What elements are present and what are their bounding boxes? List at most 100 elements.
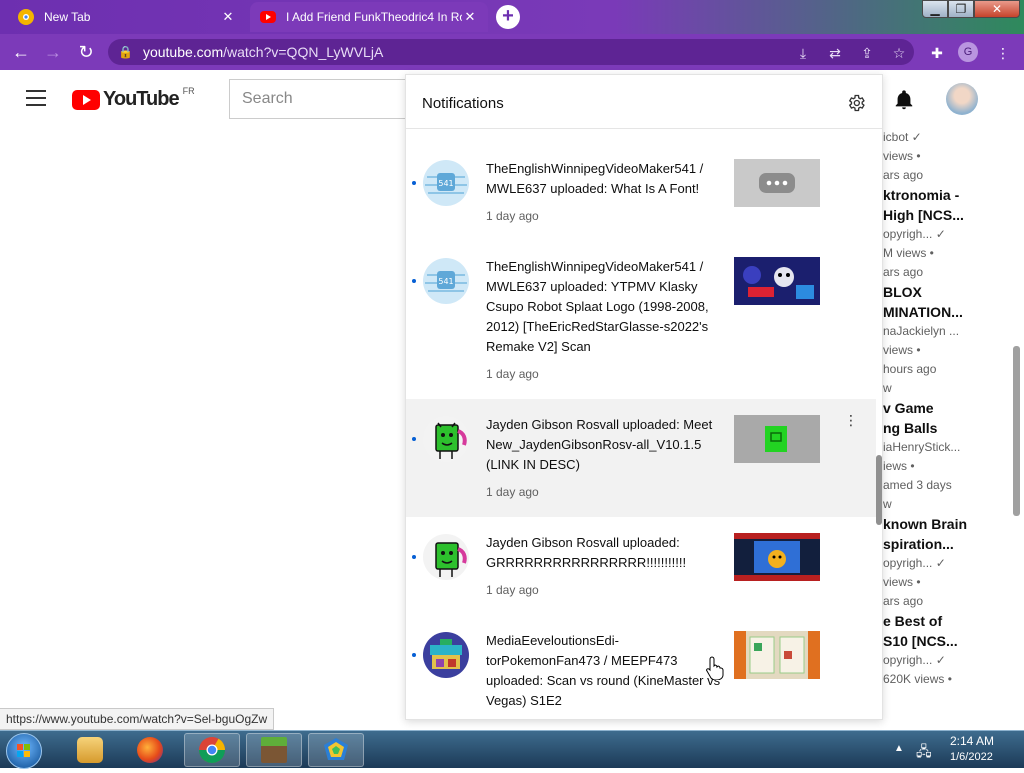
recommendation-meta: opyrigh... ✓ [883,653,946,667]
unread-dot [412,653,416,657]
recommendation-title[interactable]: ng Balls [883,420,1011,436]
notification-time: 1 day ago [486,485,539,499]
hamburger-menu-icon[interactable] [26,90,46,106]
recommendation-meta: iaHenryStick... [883,440,961,454]
profile-avatar[interactable]: G [958,42,978,62]
notification-text: MediaEeveloutionsEdi-torPokemonFan473 / … [486,633,721,708]
recommendation-title[interactable]: e Best of [883,613,1011,629]
file-explorer-icon[interactable] [62,733,118,767]
chrome-icon[interactable] [184,733,240,767]
url-domain: youtube.com [142,44,224,60]
notification-time: 1 day ago [486,367,539,381]
notification-item[interactable]: Jayden Gibson Rosvall uploaded: GRRRRRRR… [406,517,876,615]
search-input[interactable]: Search [229,79,409,119]
video-thumbnail[interactable] [734,631,820,679]
recommendation-title[interactable]: High [NCS... [883,207,1011,223]
notification-text: TheEnglishWinnipegVideoMaker541 / MWLE63… [486,161,704,196]
notification-item[interactable]: 541 TheEnglishWinnipegVideoMaker541 / MW… [406,133,876,231]
unread-dot [412,279,416,283]
youtube-icon [260,11,276,23]
recommendation-title[interactable]: spiration... [883,536,1011,552]
recommendation-title[interactable]: MINATION... [883,304,1011,320]
account-avatar[interactable] [946,83,978,115]
notifications-panel: Notifications 541 TheEnglishWinnipegVide… [405,74,883,720]
unread-dot [412,181,416,185]
translate-icon[interactable]: ⇄ [826,44,844,62]
kebab-menu-icon[interactable]: ⋮ [844,413,858,427]
tab-new-tab[interactable]: New Tab ✕ [8,2,246,32]
green-character-channel-icon [422,415,470,463]
app-icon[interactable] [308,733,364,767]
globe-channel-icon: 541 [422,257,470,305]
gear-icon[interactable] [846,93,866,113]
recommendation-meta: amed 3 days [883,478,952,492]
notification-time: 1 day ago [486,583,539,597]
recommendation-meta: iews • [883,459,915,473]
notification-text: Jayden Gibson Rosvall uploaded: GRRRRRRR… [486,535,687,570]
ellipsis-placeholder-icon[interactable] [734,159,820,207]
windows-taskbar: ▲ 🖧 2:14 AM 1/6/2022 [0,730,1024,769]
panel-scrollbar[interactable] [876,455,882,525]
close-tab-icon[interactable]: ✕ [220,9,236,25]
recommendation-meta: w [883,381,892,395]
kebab-menu-icon[interactable]: ⋮ [994,44,1012,62]
clock-date[interactable]: 1/6/2022 [950,751,993,763]
close-window-button[interactable]: ✕ [974,0,1020,18]
svg-text:541: 541 [438,277,453,286]
notifications-title: Notifications [422,95,504,112]
recommendation-meta: views • [883,343,921,357]
clock-time[interactable]: 2:14 AM [950,734,994,748]
video-thumbnail[interactable] [734,257,820,305]
recommendation-meta: naJackielyn ... [883,324,960,338]
recommendation-meta: hours ago [883,362,937,376]
notifications-bell-icon[interactable] [893,89,915,111]
recommendation-meta: icbot ✓ [883,130,922,144]
pixel-art-channel-icon [422,631,470,679]
recommendation-meta: ars ago [883,594,924,608]
show-hidden-icons-icon[interactable]: ▲ [894,743,904,754]
notification-text: TheEnglishWinnipegVideoMaker541 / MWLE63… [486,259,709,354]
recommendations-column: icbot ✓ views • ars ago ktronomia - High [NC… [883,128,1011,728]
reload-icon[interactable]: ↻ [75,41,97,63]
recommendation-title[interactable]: known Brain [883,516,1011,532]
recommendation-meta: w [883,497,892,511]
back-arrow-icon[interactable]: ← [10,41,32,63]
windows-start-button[interactable] [6,733,42,769]
recommendation-meta: ars ago [883,265,924,279]
browser-toolbar: ← → ↻ 🔒 youtube.com/watch?v=QQN_LyWVLjA … [0,34,1024,70]
unread-dot [412,555,416,559]
recommendation-title[interactable]: BLOX [883,284,1011,300]
extensions-puzzle-icon[interactable]: ✚ [928,44,946,62]
link-status-url: https://www.youtube.com/watch?v=Sel-bguO… [0,708,275,730]
page-scrollbar[interactable] [1013,346,1020,516]
notification-item[interactable]: 541 TheEnglishWinnipegVideoMaker541 / MW… [406,231,876,391]
recommendation-meta: views • [883,149,921,163]
maximize-window-button[interactable]: ❐ [948,0,974,18]
notification-item[interactable]: MediaEeveloutionsEdi-torPokemonFan473 / … [406,615,876,719]
tab-youtube-video[interactable]: I Add Friend FunkTheodric4 In Ro ✕ [250,2,488,32]
forward-arrow-icon[interactable]: → [42,41,64,63]
notification-text: Jayden Gibson Rosvall uploaded: Meet New… [486,417,713,472]
globe-channel-icon: 541 [422,159,470,207]
hand-cursor-icon [706,656,724,681]
recommendation-title[interactable]: S10 [NCS... [883,633,1011,649]
recommendation-title[interactable]: ktronomia - [883,187,1011,203]
video-thumbnail[interactable] [734,415,820,463]
recommendation-title[interactable]: v Game [883,400,1011,416]
minecraft-icon[interactable] [246,733,302,767]
youtube-logo[interactable]: YouTube FR [72,85,195,111]
country-code: FR [182,85,195,96]
new-tab-button[interactable]: + [496,5,520,29]
minimize-window-button[interactable]: ▁ [922,0,948,18]
recommendation-meta: opyrigh... ✓ [883,227,946,241]
notification-item[interactable]: Jayden Gibson Rosvall uploaded: Meet New… [406,399,876,517]
bookmark-star-icon[interactable]: ☆ [890,44,908,62]
network-icon[interactable]: 🖧 [916,741,932,765]
share-icon[interactable]: ⇪ [858,44,876,62]
video-thumbnail[interactable] [734,533,820,581]
notifications-header: Notifications [406,75,882,129]
browser-titlebar: New Tab ✕ I Add Friend FunkTheodric4 In … [0,0,1024,34]
install-icon[interactable]: ⤓ [794,44,812,62]
firefox-icon[interactable] [122,733,178,767]
close-tab-icon[interactable]: ✕ [462,9,478,25]
